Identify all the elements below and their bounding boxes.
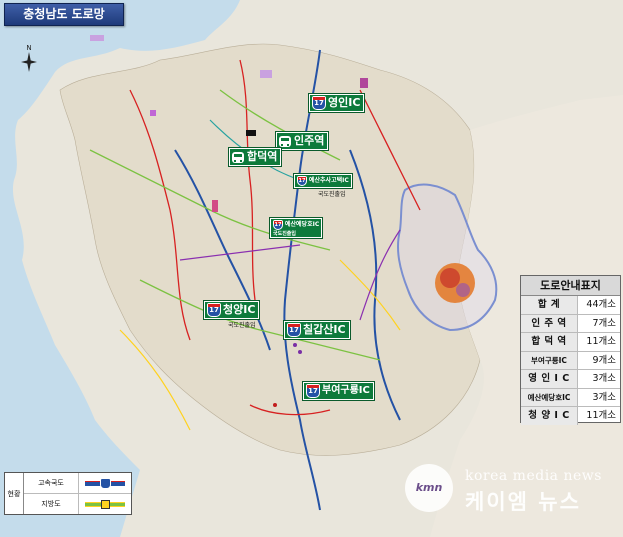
sign-label: 칠갑산IC [303,323,346,336]
legend-label: 고속국도 [24,473,79,493]
sign-label: 영인IC [328,96,361,109]
row-count: 9개소 [592,354,616,366]
row-label: 청 양 I C [521,407,578,425]
sign-chilgapsan-ic: 17 칠갑산IC [283,320,351,340]
kmn-logo: kmn [405,464,453,512]
legend-label: 지방도 [24,494,79,514]
sign-yesan-chusa-ic: 17 예산추사고택IC [293,173,353,189]
sign-sub-label: 국도진출입 [273,231,297,237]
road-map: 충청남도 도로망 N 17 영인IC 인주역 합덕역 17 예산추사고택IC 국… [0,0,623,537]
sign-cheongyang-ic: 17 청양IC [202,300,261,320]
sign-buyeo-guryong-ic: 17 부여구룡IC [302,381,375,401]
national-road-access-note: 국도진출입 [318,191,346,198]
sign-label: 인주역 [294,134,325,147]
sign-label: 예산예당호IC [285,221,320,228]
watermark: kmn korea media news 케이엠 뉴스 [405,462,620,518]
row-label: 영 인 I C [521,370,578,388]
expressway-shield-icon: 17 [306,384,320,398]
sign-yesan-yedangho-ic: 17 예산예당호IC 국도진출입 [268,217,324,239]
sign-hapdeok-station: 합덕역 [227,147,283,167]
compass-north-label: N [26,44,32,52]
train-icon [279,135,291,147]
sign-label: 예산추사고택IC [309,177,349,184]
train-icon [232,151,244,163]
sign-label: 부여구룡IC [322,385,370,396]
map-legend: 현황 고속국도 지방도 [4,472,132,515]
expressway-shield-icon: 17 [207,303,221,317]
national-road-access-note: 국도진출입 [228,322,256,329]
map-canvas [0,0,623,537]
city-cluster [435,263,475,303]
table-row: 합 덕 역 11개소 [521,333,620,352]
expressway-shield-icon: 17 [312,96,326,110]
table-header: 도로안내표지 [521,276,620,296]
row-label: 합 계 [521,296,578,314]
row-count: 44개소 [586,299,616,310]
row-label: 부여구룡IC [521,351,578,369]
legend-title: 현황 [5,473,24,514]
road-sign-summary-table: 도로안내표지 합 계 44개소 인 주 역 7개소 합 덕 역 11개소 부여구… [520,275,621,425]
watermark-korean: 케이엠 뉴스 [465,490,581,514]
expressway-line-icon [85,477,125,489]
watermark-english: korea media news [465,468,602,484]
sign-yeongin-ic: 17 영인IC [307,93,366,113]
table-row: 청 양 I C 11개소 [521,407,620,425]
table-row: 부여구룡IC 9개소 [521,351,620,370]
sign-inju-station: 인주역 [274,131,330,151]
local-road-line-icon [85,499,125,509]
table-row: 영 인 I C 3개소 [521,370,620,389]
row-count: 11개소 [586,336,616,347]
row-count: 7개소 [592,317,616,329]
row-count: 11개소 [586,410,616,421]
row-label: 합 덕 역 [521,333,578,351]
expressway-shield-icon: 17 [297,176,307,186]
table-row: 인 주 역 7개소 [521,314,620,333]
table-row: 합 계 44개소 [521,296,620,315]
row-count: 3개소 [592,373,616,384]
expressway-shield-icon: 17 [273,220,283,230]
map-title: 충청남도 도로망 [4,3,124,26]
legend-item-local-road: 지방도 [24,494,131,514]
sign-label: 청양IC [223,303,256,316]
compass-icon: N [18,44,40,76]
row-count: 3개소 [592,391,616,403]
sign-label: 합덕역 [247,150,278,163]
expressway-shield-icon: 17 [287,323,301,337]
table-row: 예산예당호IC 3개소 [521,388,620,407]
row-label: 예산예당호IC [521,388,578,406]
row-label: 인 주 역 [521,314,578,332]
legend-item-expressway: 고속국도 [24,473,131,494]
